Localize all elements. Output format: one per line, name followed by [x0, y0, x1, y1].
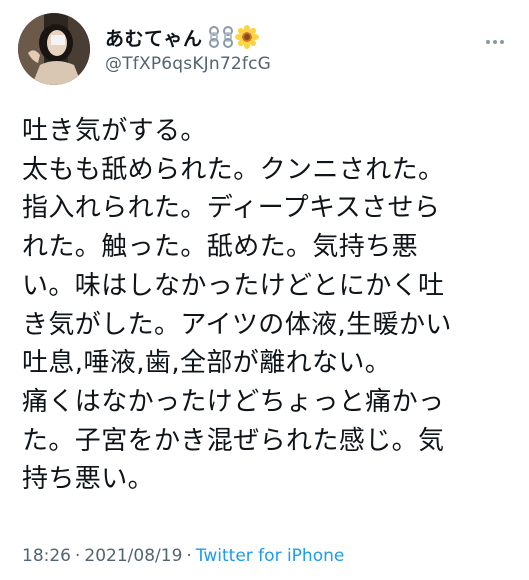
handle[interactable]: @TfXP6qsKJn72fcG — [105, 54, 271, 74]
tweet-header: あむてゃん @TfXP6qsKJn72fcG — [18, 12, 513, 86]
more-options-button[interactable] — [483, 32, 507, 52]
author-names: あむてゃん @TfXP6qsKJn72fcG — [105, 24, 271, 74]
sunflower-icon — [234, 25, 259, 49]
tweet-line: き気がした。アイツの体液,生暖かい — [22, 309, 452, 340]
tweet-meta: 18:26 · 2021/08/19 · Twitter for iPhone — [22, 546, 344, 566]
tweet-line: 吐息,唾液,歯,全部が離れない。 — [22, 348, 392, 379]
tweet-time[interactable]: 18:26 — [22, 546, 71, 566]
tweet-line: 吐き気がする。 — [22, 116, 207, 146]
meta-separator: · — [186, 546, 192, 566]
profile-photo-icon — [18, 13, 90, 85]
dot-icon — [486, 40, 490, 44]
dot-icon — [500, 40, 504, 44]
tweet-date[interactable]: 2021/08/19 — [84, 546, 182, 566]
dot-icon — [493, 40, 497, 44]
tweet-line: い。味はしなかったけどとにかく吐 — [22, 270, 445, 301]
tweet-line: 持ち悪い。 — [22, 464, 155, 495]
tweet-line: た。子宮をかき混ぜられた感じ。気 — [22, 425, 445, 456]
name-emojis — [207, 25, 259, 49]
chain-link-icon — [208, 26, 219, 48]
meta-separator: · — [75, 546, 81, 566]
chain-link-icon — [222, 26, 233, 48]
tweet-line: 痛くはなかったけどちょっと痛かっ — [22, 386, 445, 417]
avatar[interactable] — [18, 13, 90, 85]
tweet-card: あむてゃん @TfXP6qsKJn72fcG 吐き気がする。 太もも舐められた。… — [0, 0, 529, 580]
tweet-line: れた。触った。舐めた。気持ち悪 — [22, 232, 419, 263]
display-name[interactable]: あむてゃん — [105, 24, 203, 51]
source-link[interactable]: Twitter for iPhone — [196, 546, 345, 566]
tweet-text: 吐き気がする。 太もも舐められた。クンニされた。 指入れられた。ディープキスさせ… — [22, 112, 512, 499]
tweet-line: 太もも舐められた。クンニされた。 — [22, 154, 445, 185]
display-name-row: あむてゃん — [105, 24, 271, 50]
tweet-line: 指入れられた。ディープキスさせら — [22, 193, 441, 224]
